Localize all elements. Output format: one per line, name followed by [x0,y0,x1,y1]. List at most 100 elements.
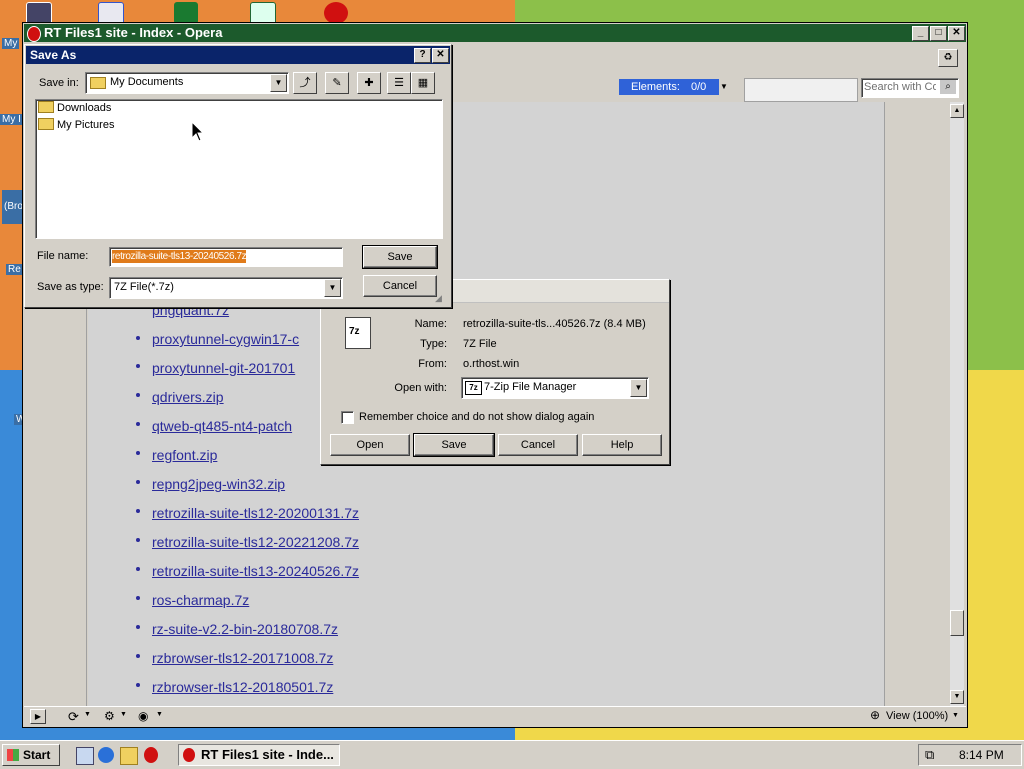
zoom-level[interactable]: View (100%) [886,710,948,722]
network-dropdown-icon[interactable]: ▼ [120,711,127,718]
web-panel-tab[interactable] [744,78,858,102]
name-label: Name: [414,318,447,330]
list-view-icon[interactable]: ☰ [387,72,411,94]
list-item[interactable]: Downloads [38,101,111,114]
save-button[interactable]: Save [362,245,438,269]
save-as-dialog: Save As ? ✕ Save in: My Documents ▼ ⤴ ✎ … [24,44,452,308]
open-button[interactable]: Open [330,434,410,456]
new-folder-icon[interactable]: ✚ [357,72,381,94]
elements-count: 0/0 [690,81,707,93]
save-download-button[interactable]: Save [413,433,495,457]
opera-title-text: RT Files1 site - Index - Opera [44,25,223,40]
quicklaunch-explorer-icon[interactable] [120,747,138,765]
windows-logo-icon [7,749,19,761]
task-label: RT Files1 site - Inde... [201,747,334,762]
seven-zip-icon: 7z [465,381,482,395]
list-bullet [136,683,140,687]
scroll-down-icon[interactable]: ▼ [950,690,964,704]
list-item[interactable]: My Pictures [38,118,114,131]
file-link[interactable]: qtweb-qt485-nt4-patch [152,418,292,434]
save-in-select[interactable]: My Documents ▼ [85,72,289,94]
file-link[interactable]: rz-suite-v2.2-bin-20180708.7z [152,621,338,637]
file-link[interactable]: proxytunnel-git-201701 [152,360,295,376]
file-link[interactable]: proxytunnel-cygwin17-c [152,331,299,347]
filename-input[interactable]: retrozilla-suite-tls13-20240526.7z [109,247,343,267]
zoom-dropdown-icon[interactable]: ▼ [952,712,959,719]
list-bullet [136,538,140,542]
file-list[interactable]: Downloads My Pictures [35,99,443,239]
list-bullet [136,422,140,426]
remember-label[interactable]: Remember choice and do not show dialog a… [359,411,594,423]
minimize-button[interactable]: _ [912,26,929,41]
resize-grip-icon[interactable]: ◢ [435,293,447,305]
from-value: o.rthost.win [463,358,520,370]
type-value: 7Z File [463,338,497,350]
list-bullet [136,364,140,368]
folder-icon [38,101,54,114]
opera-tab-bar [452,46,966,68]
desktop-icon-opera-icon[interactable] [324,2,348,24]
save-type-value: 7Z File(*.7z) [114,281,174,293]
open-with-select[interactable]: 7z 7-Zip File Manager ▼ [461,377,649,399]
desktop-shortcut-icon[interactable]: ✎ [325,72,349,94]
reload-icon[interactable]: ⟳ [68,709,79,725]
details-view-icon[interactable]: ▦ [411,72,435,94]
taskbar-task-opera[interactable]: RT Files1 site - Inde... [178,744,340,766]
network-icon[interactable]: ⚙ [104,709,115,723]
maximize-button[interactable]: □ [930,26,947,41]
help-icon[interactable]: ? [414,48,431,63]
close-button[interactable]: ✕ [948,26,965,41]
file-link[interactable]: retrozilla-suite-tls13-20240526.7z [152,563,359,579]
list-bullet [136,567,140,571]
file-link[interactable]: regfont.zip [152,447,217,463]
turbo-icon[interactable]: ◉ [138,709,148,723]
reload-dropdown-icon[interactable]: ▼ [84,711,91,718]
file-link[interactable]: rzbrowser-tls12-20171008.7z [152,650,333,666]
file-link[interactable]: retrozilla-suite-tls12-20221208.7z [152,534,359,550]
chevron-down-icon[interactable]: ▼ [630,379,647,397]
trash-icon[interactable]: ♻ [938,49,958,67]
clock[interactable]: 8:14 PM [959,748,1004,762]
save-type-label: Save as type: [37,281,104,293]
file-link[interactable]: ros-charmap.7z [152,592,249,608]
start-button[interactable]: Start [2,744,60,766]
cancel-download-button[interactable]: Cancel [498,434,578,456]
desktop-label[interactable]: Re [6,264,23,275]
turbo-dropdown-icon[interactable]: ▼ [156,711,163,718]
save-type-select[interactable]: 7Z File(*.7z) ▼ [109,277,343,299]
elements-dropdown-icon[interactable]: ▼ [720,79,730,95]
save-in-label: Save in: [39,77,79,89]
quicklaunch-opera-icon[interactable] [144,747,158,763]
scrollbar-thumb[interactable] [950,610,964,636]
close-icon[interactable]: ✕ [432,48,449,63]
elements-indicator[interactable]: Elements: 0/0 [619,79,719,95]
panel-toggle-icon[interactable]: ▶ [30,709,46,724]
help-button[interactable]: Help [582,434,662,456]
quicklaunch-desktop-icon[interactable] [76,747,94,765]
desktop-label[interactable]: My I [0,114,23,125]
chevron-down-icon[interactable]: ▼ [270,74,287,92]
file-link[interactable]: qdrivers.zip [152,389,224,405]
cancel-button[interactable]: Cancel [363,275,437,297]
desktop-label[interactable]: My [2,38,20,49]
mouse-cursor [191,120,205,146]
list-bullet [136,393,140,397]
chevron-down-icon[interactable]: ▼ [324,279,341,297]
zoom-icon[interactable]: ⊕ [870,708,880,722]
list-bullet [136,480,140,484]
file-link[interactable]: retrozilla-suite-tls12-20200131.7z [152,505,359,521]
desktop-icon-excel-icon[interactable] [174,2,198,24]
vertical-scrollbar[interactable]: ▲ ▼ [950,102,964,706]
scroll-up-icon[interactable]: ▲ [950,104,964,118]
file-link[interactable]: rzbrowser-tls12-20180501.7z [152,679,333,695]
file-link[interactable]: repng2jpeg-win32.zip [152,476,285,492]
opera-titlebar[interactable]: RT Files1 site - Index - Opera _ □ ✕ [24,24,966,42]
remember-checkbox[interactable] [341,411,354,424]
up-folder-icon[interactable]: ⤴ [293,72,317,94]
quicklaunch-ie-icon[interactable] [98,747,114,763]
page-right-margin [884,102,947,706]
save-as-titlebar[interactable]: Save As ? ✕ [26,46,450,64]
search-icon[interactable]: ⌕ [940,80,956,94]
network-tray-icon[interactable]: ⧉ [925,747,934,763]
search-input[interactable]: Search with Co ⌕ [861,78,959,98]
